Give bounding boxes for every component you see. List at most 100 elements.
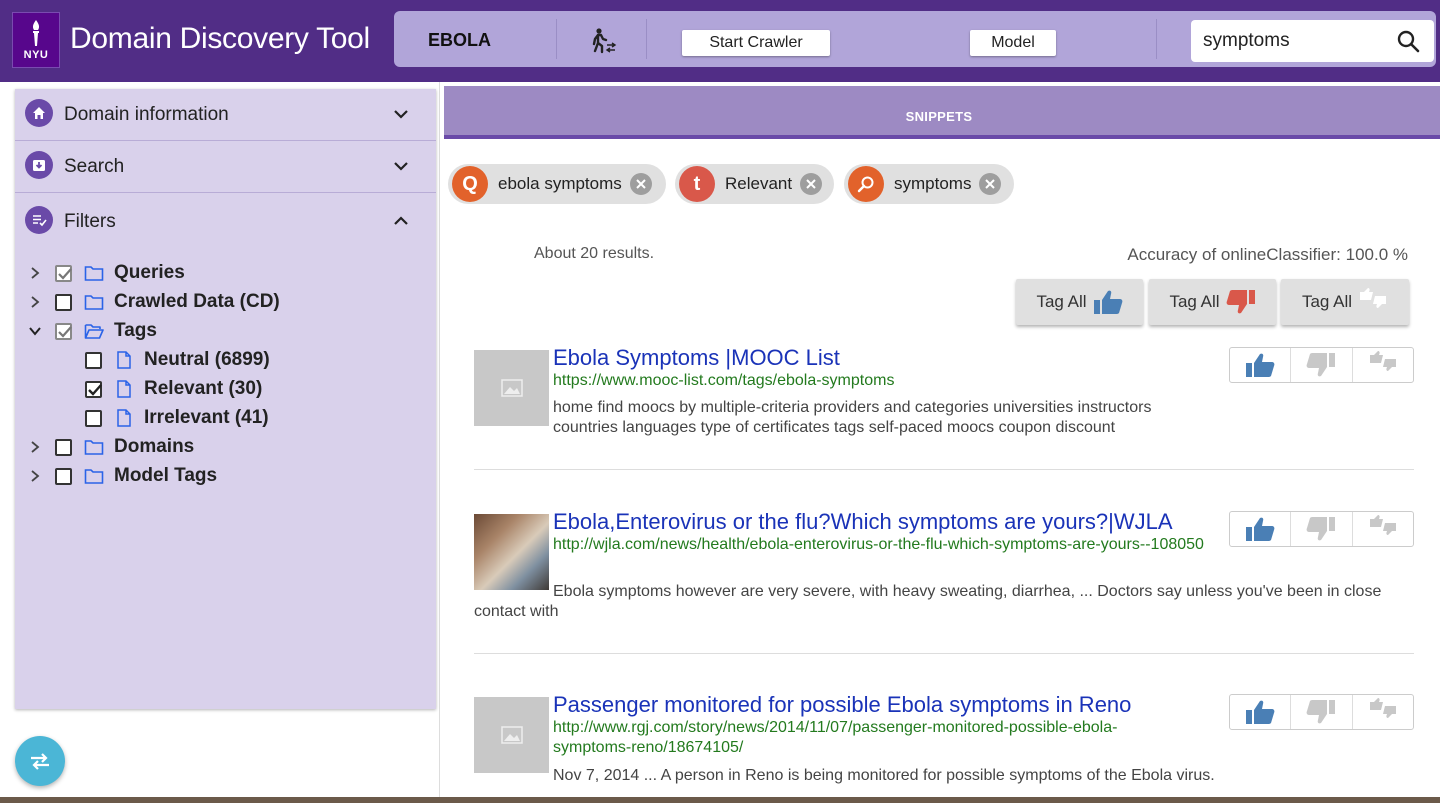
accordion-domain-information[interactable]: Domain information: [15, 89, 436, 141]
checkbox[interactable]: [85, 351, 102, 369]
chevron-right-icon[interactable]: [27, 265, 43, 281]
chevron-up-icon[interactable]: [392, 212, 410, 230]
folder-icon: [84, 469, 104, 484]
divider: [474, 653, 1414, 654]
image-placeholder: [474, 350, 549, 426]
tag-all-irrelevant-button[interactable]: Tag All: [1149, 279, 1276, 325]
toolbar-divider: [1156, 19, 1157, 59]
tree-item-domains[interactable]: Domains: [27, 433, 194, 461]
checkbox[interactable]: [55, 438, 72, 456]
tag-all-relevant-button[interactable]: Tag All: [1016, 279, 1143, 325]
tree-item-crawled-data[interactable]: Crawled Data (CD): [27, 288, 280, 316]
tree-item-relevant[interactable]: Relevant (30): [85, 375, 262, 403]
close-icon[interactable]: [979, 173, 1002, 195]
folder-open-icon: [84, 324, 104, 339]
tag-button-group: [1229, 347, 1414, 383]
tree-item-label: Tags: [114, 320, 157, 341]
thumbs-up-down-icon: [1369, 351, 1396, 371]
result-snippet: home find moocs by multiple-criteria pro…: [553, 399, 1152, 436]
torch-icon: [32, 20, 40, 46]
chevron-right-icon[interactable]: [27, 294, 43, 310]
close-icon[interactable]: [629, 173, 652, 195]
tree-item-tags[interactable]: Tags: [27, 317, 157, 345]
tag-relevant-button[interactable]: [1230, 348, 1292, 382]
chevron-down-icon[interactable]: [392, 105, 410, 123]
folder-icon: [84, 266, 104, 281]
result-title-link[interactable]: Ebola,Enterovirus or the flu?Which sympt…: [553, 509, 1173, 535]
result-url[interactable]: https://www.mooc-list.com/tags/ebola-sym…: [553, 371, 1213, 391]
tag-irrelevant-button[interactable]: [1291, 348, 1353, 382]
tag-all-neutral-button[interactable]: Tag All: [1281, 279, 1409, 325]
chevron-down-icon[interactable]: [392, 157, 410, 175]
search-input[interactable]: [1203, 28, 1383, 54]
tree-item-model-tags[interactable]: Model Tags: [27, 462, 217, 490]
tag-irrelevant-button[interactable]: [1291, 512, 1353, 546]
tag-all-label: Tag All: [1036, 292, 1087, 311]
result-snippet: Nov 7, 2014 ... A person in Reno is bein…: [553, 767, 1215, 784]
tree-item-neutral[interactable]: Neutral (6899): [85, 346, 270, 374]
results-count: About 20 results.: [534, 245, 655, 262]
accordion-label: Domain information: [64, 104, 229, 125]
app-header: NYU Domain Discovery Tool EBOLA Start Cr…: [0, 0, 1440, 82]
logo-text: NYU: [23, 49, 49, 61]
file-icon: [117, 409, 131, 427]
tag-relevant-button[interactable]: [1230, 695, 1292, 729]
thumbs-up-icon: [1246, 700, 1275, 724]
image-icon: [500, 726, 523, 744]
tag-all-label: Tag All: [1301, 292, 1353, 311]
chevron-down-icon[interactable]: [27, 323, 43, 339]
checkbox[interactable]: [55, 293, 72, 311]
result-url[interactable]: http://www.rgj.com/story/news/2014/11/07…: [553, 718, 1193, 758]
search-icon[interactable]: [1396, 29, 1420, 53]
result-title-link[interactable]: Passenger monitored for possible Ebola s…: [553, 692, 1131, 718]
accordion-search[interactable]: Search: [15, 141, 436, 193]
accordion-filters[interactable]: Filters: [15, 193, 436, 249]
file-icon: [117, 351, 131, 369]
home-icon: [25, 99, 53, 127]
chip-label: symptoms: [894, 174, 972, 193]
model-button[interactable]: Model: [970, 30, 1056, 56]
person-walking-icon[interactable]: [590, 27, 618, 55]
filter-chip-search: symptoms: [844, 164, 1014, 204]
checkbox[interactable]: [55, 467, 72, 485]
tree-item-label: Model Tags: [114, 465, 218, 486]
domain-name[interactable]: EBOLA: [428, 30, 491, 51]
tree-item-label: Neutral (6899): [144, 349, 270, 370]
tree-item-irrelevant[interactable]: Irrelevant (41): [85, 404, 269, 432]
tree-item-queries[interactable]: Queries: [27, 259, 185, 287]
classifier-accuracy: Accuracy of onlineClassifier: 100.0 %: [1127, 245, 1408, 264]
tag-relevant-button[interactable]: [1230, 512, 1292, 546]
tree-item-label: Crawled Data (CD): [114, 291, 280, 312]
tab-label: SNIPPETS: [905, 109, 973, 124]
tag-irrelevant-button[interactable]: [1291, 695, 1353, 729]
thumbs-down-icon: [1226, 290, 1255, 314]
tag-neutral-button[interactable]: [1353, 512, 1413, 546]
start-crawler-button[interactable]: Start Crawler: [682, 30, 830, 56]
folder-icon: [84, 440, 104, 455]
tag-neutral-button[interactable]: [1353, 348, 1413, 382]
toolbar: EBOLA Start Crawler Model: [394, 11, 1436, 67]
result-title-link[interactable]: Ebola Symptoms |MOOC List: [553, 345, 840, 371]
checkbox-checked[interactable]: [85, 380, 102, 398]
thumbs-up-icon: [1093, 290, 1122, 314]
checkbox-checked[interactable]: [55, 322, 72, 340]
toolbar-divider: [646, 19, 647, 59]
checkbox-checked[interactable]: [55, 264, 72, 282]
thumbs-up-down-icon: [1360, 288, 1387, 308]
tag-button-group: [1229, 511, 1414, 547]
image-icon: [500, 379, 523, 397]
tab-snippets[interactable]: SNIPPETS: [444, 86, 1440, 139]
app-title: Domain Discovery Tool: [70, 22, 370, 55]
result-snippet: Ebola symptoms however are very severe, …: [474, 583, 1382, 620]
result-url[interactable]: http://wjla.com/news/health/ebola-entero…: [553, 535, 1213, 555]
filter-chip-tag: t Relevant: [675, 164, 834, 204]
sidebar-panel: Domain information Search Filters Querie…: [0, 82, 440, 803]
chip-label: Relevant: [725, 174, 793, 193]
chevron-right-icon[interactable]: [27, 468, 43, 484]
tag-all-label: Tag All: [1169, 292, 1220, 311]
checkbox[interactable]: [85, 409, 102, 427]
tag-neutral-button[interactable]: [1353, 695, 1413, 729]
close-icon[interactable]: [800, 173, 823, 195]
chevron-right-icon[interactable]: [27, 439, 43, 455]
swap-view-button[interactable]: [15, 736, 65, 786]
